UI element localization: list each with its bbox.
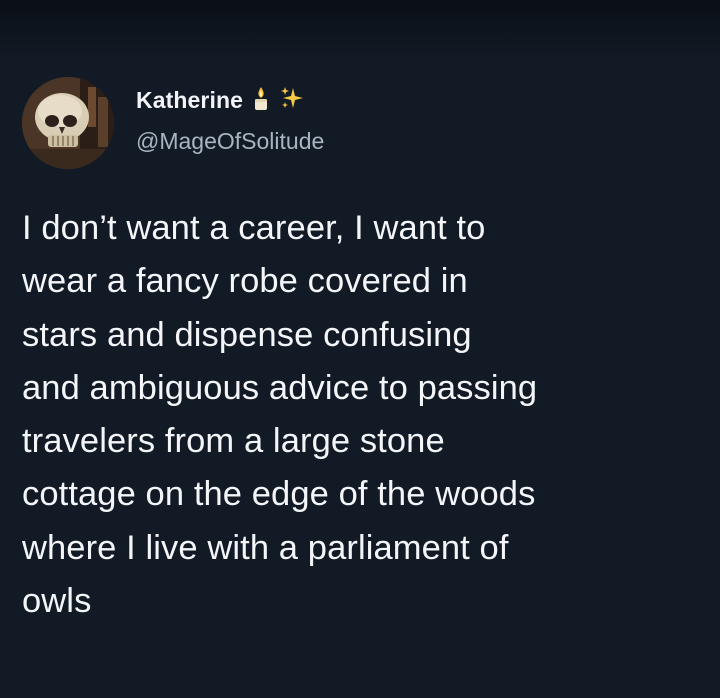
tweet-text-line: and ambiguous advice to passing <box>22 368 538 407</box>
skull-avatar-icon <box>22 77 114 169</box>
tweet-text-line: owls <box>22 582 92 621</box>
tweet-text-line: travelers from a large stone <box>22 422 445 461</box>
tweet-card[interactable]: Katherine @MageOfSolitude I don’t want a… <box>0 0 720 698</box>
tweet-text-line: where I live with a parliament of <box>22 528 509 567</box>
avatar[interactable] <box>22 77 114 169</box>
tweet-text-line: wear a fancy robe covered in <box>22 262 468 301</box>
tweet-text-line: I don’t want a career, I want to <box>22 209 486 247</box>
tweet-text-line: cottage on the edge of the woods <box>22 475 536 514</box>
user-handle[interactable]: @MageOfSolitude <box>136 128 324 155</box>
display-name-row: Katherine <box>136 84 305 116</box>
candle-icon <box>251 85 271 116</box>
tweet-text: I don’t want a career, I want to wear a … <box>22 202 702 628</box>
display-name[interactable]: Katherine <box>136 87 243 114</box>
tweet-text-line: stars and dispense confusing <box>22 315 472 354</box>
sparkles-icon <box>279 85 305 116</box>
